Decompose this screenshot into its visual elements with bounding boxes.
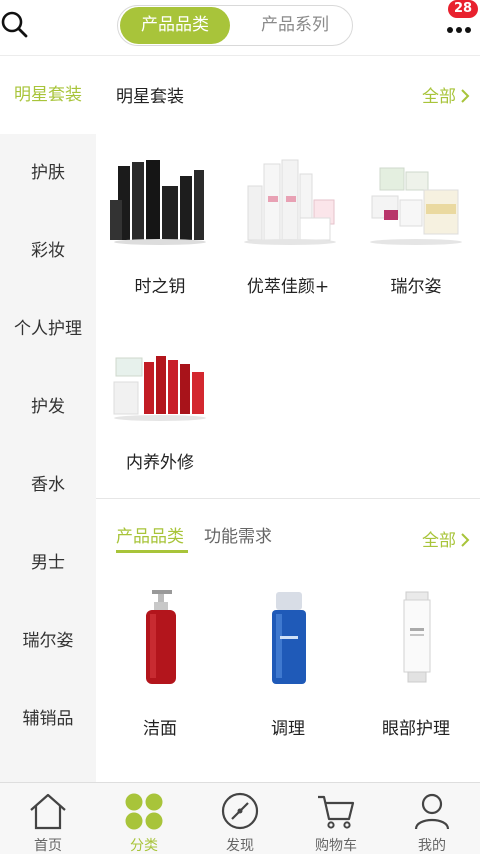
view-all-label: 全部 (422, 87, 456, 107)
product-card[interactable]: 洁面 (96, 588, 224, 748)
tab-product-category-sub[interactable]: 产品品类 (116, 522, 184, 547)
tab-product-series[interactable]: 产品系列 (238, 6, 352, 45)
sidebar-item-fragrance[interactable]: 香水 (0, 446, 96, 524)
sidebar-item-men[interactable]: 男士 (0, 524, 96, 602)
product-image-tub-jar-set (370, 167, 462, 245)
product-name: 洁面 (143, 719, 177, 739)
nav-label: 购物车 (315, 838, 357, 854)
nav-discover[interactable]: 发现 (192, 783, 288, 854)
top-bar: 产品品类 产品系列 28 (0, 0, 480, 56)
sidebar-item-haircare[interactable]: 护发 (0, 368, 96, 446)
sidebar-item-star-sets[interactable]: 明星套装 (0, 56, 96, 134)
view-all-link[interactable]: 全部 (422, 82, 470, 107)
compass-icon (221, 792, 259, 830)
search-icon[interactable] (0, 10, 30, 40)
product-card[interactable]: 调理 (224, 588, 352, 748)
product-name: 调理 (271, 719, 305, 739)
sidebar-item-ruierzi[interactable]: 瑞尔姿 (0, 602, 96, 680)
product-name: 瑞尔姿 (390, 277, 442, 297)
product-image-red-supplement-set (113, 356, 206, 421)
active-tab-underline (116, 550, 188, 553)
sidebar-item-skincare[interactable]: 护肤 (0, 134, 96, 212)
product-card[interactable]: 眼部护理 (352, 588, 480, 748)
nav-label: 首页 (34, 838, 62, 854)
category-sidebar: 明星套装 护肤 彩妆 个人护理 护发 香水 男士 瑞尔姿 辅销品 (0, 56, 96, 782)
sidebar-item-personal-care[interactable]: 个人护理 (0, 290, 96, 368)
chevron-right-icon (461, 89, 470, 103)
product-name: 时之钥 (134, 277, 186, 297)
nav-label: 我的 (418, 838, 446, 854)
product-card[interactable]: 内养外修 (96, 352, 224, 482)
cart-icon (318, 795, 355, 829)
section-divider (96, 498, 480, 499)
product-image-white-pink-skincare-set (244, 159, 336, 245)
category-series-toggle: 产品品类 产品系列 (117, 5, 353, 46)
product-name: 眼部护理 (382, 719, 450, 739)
chevron-right-icon (461, 533, 470, 547)
product-name: 内养外修 (126, 453, 194, 473)
view-all-link[interactable]: 全部 (422, 526, 470, 551)
nav-category[interactable]: 分类 (96, 783, 192, 854)
section-title: 明星套装 (116, 87, 184, 107)
product-card[interactable]: 瑞尔姿 (352, 156, 480, 306)
sidebar-item-makeup[interactable]: 彩妆 (0, 212, 96, 290)
category-icon (125, 793, 163, 830)
nav-home[interactable]: 首页 (0, 783, 96, 854)
tab-function-needs[interactable]: 功能需求 (204, 522, 272, 547)
nav-cart[interactable]: 购物车 (288, 783, 384, 854)
product-image-blue-toner-bottle (272, 592, 306, 684)
bottom-navigation: 首页 分类 发现 购物车 我的 (0, 782, 480, 854)
user-icon (414, 793, 450, 830)
nav-label: 分类 (130, 838, 158, 854)
tab-product-category[interactable]: 产品品类 (120, 7, 230, 44)
main-content: 明星套装 全部 时之钥 优萃佳颜+ 瑞尔姿 内养外修 产品品类 功能需求 全部 … (96, 56, 480, 782)
nav-label: 发现 (226, 838, 254, 854)
product-image-white-eye-cream-tube (403, 591, 431, 683)
product-image-red-pump-bottle (146, 590, 176, 684)
product-name: 优萃佳颜+ (246, 277, 330, 297)
home-icon (30, 793, 66, 830)
notification-badge: 28 (448, 0, 478, 18)
nav-mine[interactable]: 我的 (384, 783, 480, 854)
sidebar-item-accessories[interactable]: 辅销品 (0, 680, 96, 758)
product-card[interactable]: 优萃佳颜+ (224, 156, 352, 306)
view-all-label: 全部 (422, 531, 456, 551)
product-image-dark-skincare-set (110, 160, 206, 245)
product-card[interactable]: 时之钥 (96, 156, 224, 306)
more-dots-icon (447, 27, 471, 33)
